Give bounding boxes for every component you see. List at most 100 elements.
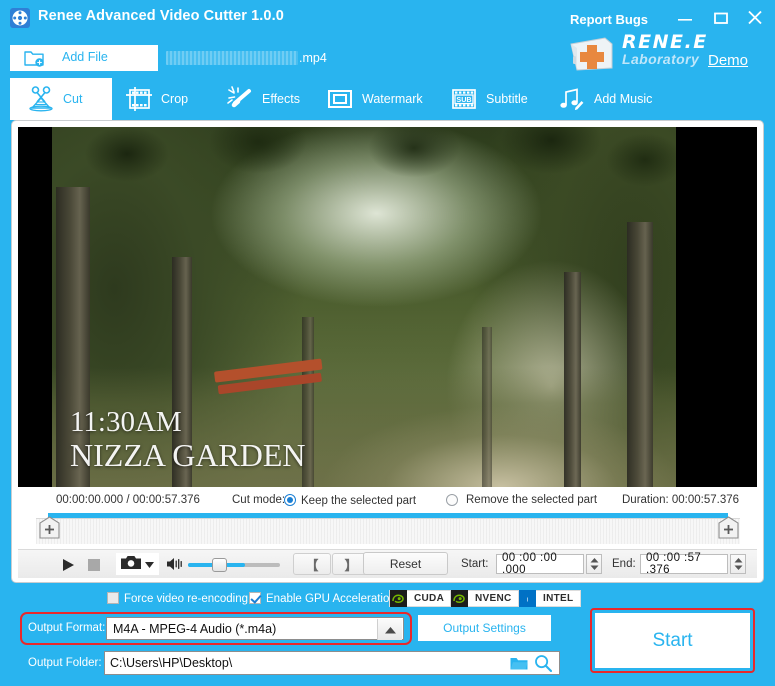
- end-time-input[interactable]: 00 :00 :57 .376: [640, 554, 728, 574]
- force-reencode-checkbox[interactable]: Force video re-encoding: [107, 592, 248, 605]
- badge-cuda-label: CUDA: [407, 593, 451, 604]
- rene-laboratory-logo: [565, 32, 617, 74]
- radio-remove-selected-part[interactable]: [446, 494, 463, 507]
- cut-mode-label: Cut mode:: [232, 494, 285, 506]
- set-start-marker-button[interactable]: 【: [293, 553, 331, 575]
- gpu-acceleration-label: Enable GPU Acceleration: [266, 593, 396, 605]
- reset-button[interactable]: Reset: [363, 552, 448, 575]
- mark-in-label: 【: [305, 555, 318, 574]
- output-folder-label: Output Folder:: [28, 657, 102, 669]
- trim-handle-right-icon[interactable]: [718, 516, 739, 539]
- snapshot-group[interactable]: [116, 553, 159, 575]
- trim-handle-left-icon[interactable]: [39, 516, 60, 539]
- video-frame: 11:30AM NIZZA GARDEN: [52, 127, 676, 487]
- start-time-label: Start:: [461, 558, 488, 570]
- timeline-body[interactable]: [36, 518, 740, 544]
- tab-subtitle-label: Subtitle: [486, 92, 528, 106]
- svg-text:i: i: [527, 597, 528, 603]
- music-note-pencil-icon: [557, 85, 587, 113]
- svg-text:SUB: SUB: [456, 95, 471, 104]
- volume-icon[interactable]: [166, 556, 183, 572]
- minimize-icon[interactable]: [674, 8, 696, 28]
- playback-control-bar: 【 】 Reset Start: 00 :00 :00 .000 End: 00…: [18, 549, 757, 578]
- start-time-spinner-icon[interactable]: [586, 554, 602, 574]
- camera-icon[interactable]: [121, 555, 141, 573]
- timeline-track[interactable]: [18, 513, 757, 549]
- watermark-frame-icon: [325, 85, 355, 113]
- timeline-selection: [48, 513, 728, 518]
- magic-wand-icon: [225, 85, 255, 113]
- tab-add-music[interactable]: Add Music: [557, 78, 652, 120]
- output-settings-button[interactable]: Output Settings: [418, 615, 551, 641]
- brand-sub: Laboratory: [622, 51, 708, 67]
- search-icon[interactable]: [533, 653, 553, 673]
- tab-effects[interactable]: Effects: [225, 78, 300, 120]
- filename-redacted: [166, 51, 298, 65]
- timeline-info-bar: 00:00:00.000 / 00:00:57.376 Cut mode: Ke…: [18, 492, 757, 512]
- radio-keep-indicator: [284, 494, 296, 506]
- tab-subtitle[interactable]: SUB Subtitle: [449, 78, 528, 120]
- maximize-icon[interactable]: [710, 8, 732, 28]
- output-format-value: M4A - MPEG-4 Audio (*.m4a): [107, 622, 276, 636]
- playback-position: 00:00:00.000 / 00:00:57.376: [56, 494, 200, 506]
- video-text-overlay: 11:30AM NIZZA GARDEN: [70, 407, 306, 473]
- start-button[interactable]: Start: [595, 613, 750, 668]
- scissors-icon: [26, 85, 56, 113]
- tab-crop-label: Crop: [161, 92, 188, 106]
- overlay-place: NIZZA GARDEN: [70, 438, 306, 473]
- force-reencode-box: [107, 592, 119, 604]
- current-filename: .mp4: [166, 48, 327, 68]
- film-reel-icon: [10, 8, 30, 28]
- mark-out-label: 】: [344, 555, 357, 574]
- start-time-input[interactable]: 00 :00 :00 .000: [496, 554, 584, 574]
- overlay-time: 11:30AM: [70, 407, 306, 438]
- tab-cut[interactable]: Cut: [10, 78, 112, 120]
- report-bugs-link[interactable]: Report Bugs: [570, 12, 648, 27]
- end-time-spinner-icon[interactable]: [730, 554, 746, 574]
- end-time-label: End:: [612, 558, 636, 570]
- video-preview[interactable]: 11:30AM NIZZA GARDEN: [18, 127, 757, 487]
- tree-trunk: [482, 327, 492, 487]
- add-file-label: Add File: [62, 50, 108, 64]
- badge-intel: i INTEL: [518, 590, 581, 607]
- volume-slider-knob[interactable]: [212, 558, 227, 572]
- badge-cuda: CUDA: [389, 590, 452, 607]
- folder-icon[interactable]: [509, 653, 529, 673]
- demo-link[interactable]: Demo: [708, 52, 748, 69]
- force-reencode-label: Force video re-encoding: [124, 593, 248, 605]
- brand-text: RENE.E Laboratory: [622, 32, 708, 67]
- gpu-acceleration-box: [249, 592, 261, 604]
- nvidia-icon: [390, 590, 407, 607]
- output-folder-value: C:\Users\HP\Desktop\: [105, 656, 509, 670]
- intel-icon: i: [519, 590, 536, 607]
- tab-watermark-label: Watermark: [362, 92, 423, 106]
- caret-down-icon[interactable]: [145, 557, 154, 571]
- tab-watermark[interactable]: Watermark: [325, 78, 423, 120]
- output-folder-input[interactable]: C:\Users\HP\Desktop\: [104, 651, 560, 675]
- filename-extension: .mp4: [299, 51, 327, 65]
- brand-name: RENE.E: [622, 32, 708, 52]
- badge-nvenc: NVENC: [450, 590, 520, 607]
- caret-up-icon[interactable]: [377, 619, 402, 640]
- tree-trunk: [627, 222, 653, 487]
- app-title: Renee Advanced Video Cutter 1.0.0: [38, 8, 284, 24]
- play-icon[interactable]: [57, 554, 79, 575]
- tab-add-music-label: Add Music: [594, 92, 652, 106]
- editor-panel: 11:30AM NIZZA GARDEN 00:00:00.000 / 00:0…: [11, 120, 764, 583]
- stop-icon[interactable]: [83, 554, 105, 575]
- volume-slider[interactable]: [188, 563, 280, 567]
- encoding-options-row: Force video re-encoding Enable GPU Accel…: [0, 589, 775, 611]
- radio-keep-label: Keep the selected part: [301, 495, 416, 507]
- subtitle-sub-icon: SUB: [449, 85, 479, 113]
- radio-keep-selected-part[interactable]: Keep the selected part: [284, 494, 416, 507]
- tab-bar: Cut Crop: [0, 78, 775, 120]
- crop-film-icon: [124, 85, 154, 113]
- close-icon[interactable]: [744, 8, 766, 28]
- gpu-acceleration-checkbox[interactable]: Enable GPU Acceleration: [249, 592, 396, 605]
- radio-remove-label: Remove the selected part: [466, 494, 597, 506]
- add-file-button[interactable]: Add File: [10, 45, 158, 71]
- nvidia-icon: [451, 590, 468, 607]
- output-format-select[interactable]: M4A - MPEG-4 Audio (*.m4a): [106, 617, 404, 640]
- radio-remove-indicator: [446, 494, 458, 506]
- tab-crop[interactable]: Crop: [124, 78, 188, 120]
